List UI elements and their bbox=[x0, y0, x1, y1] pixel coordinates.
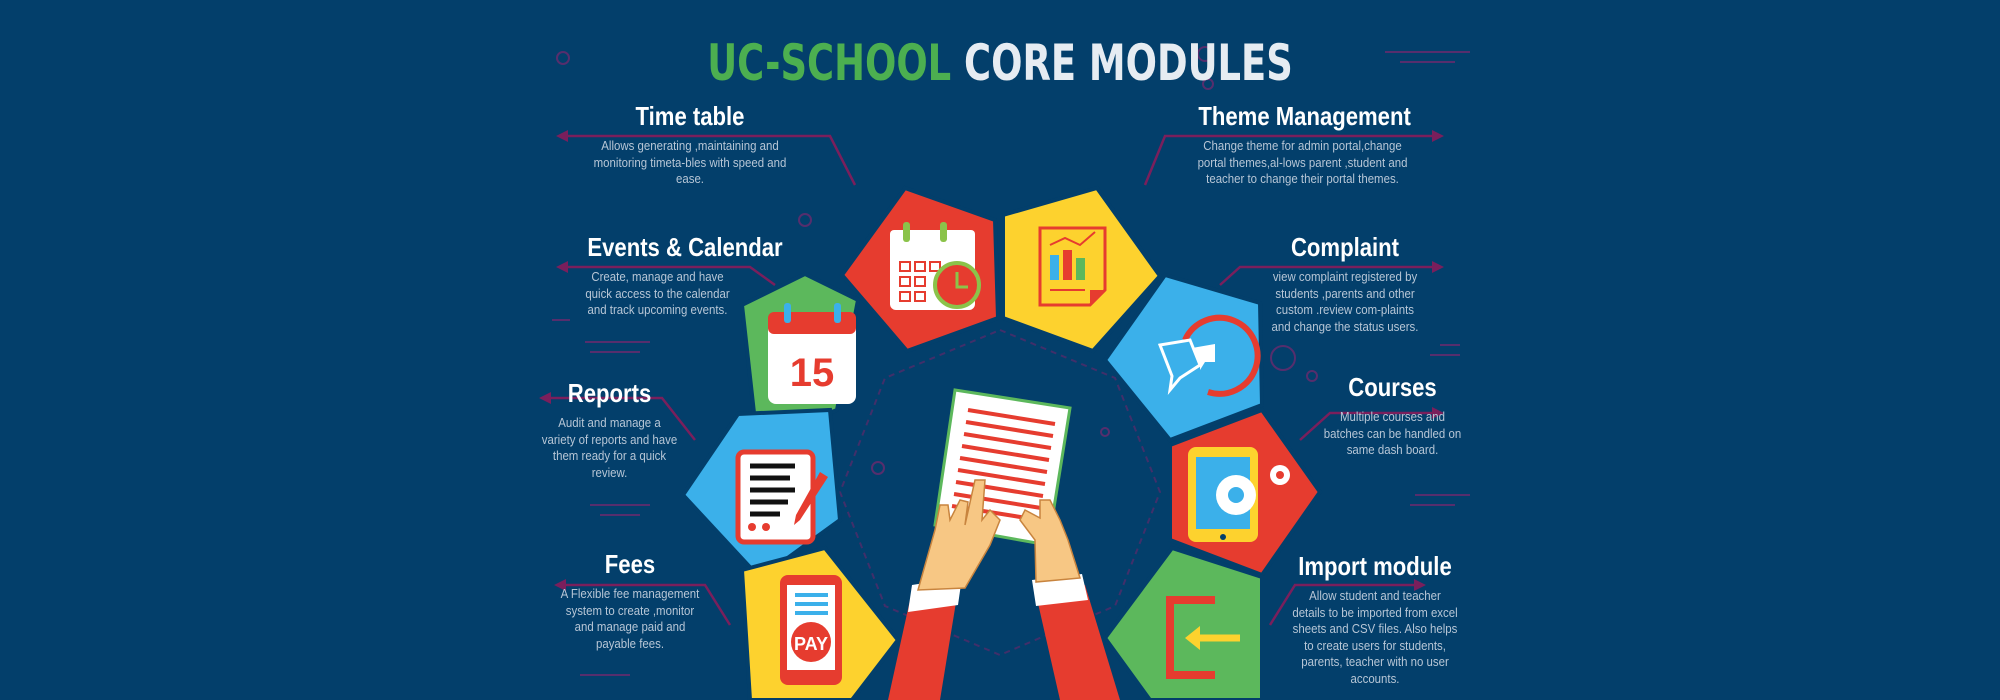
module-description: A Flexible fee management system to crea… bbox=[560, 586, 700, 651]
mobile-pay-icon bbox=[780, 575, 842, 685]
module-complaint: Complaint view complaint registered by s… bbox=[1255, 232, 1435, 335]
module-import: Import module Allow student and teacher … bbox=[1280, 551, 1470, 687]
module-description: Allows generating ,maintaining and monit… bbox=[593, 138, 787, 186]
module-title: Import module bbox=[1298, 551, 1452, 581]
module-timetable: Time table Allows generating ,maintainin… bbox=[575, 101, 805, 188]
calendar-date-text: 15 bbox=[790, 351, 835, 395]
module-reports: Reports Audit and manage a variety of re… bbox=[532, 378, 687, 481]
module-description: Create, manage and have quick access to … bbox=[585, 269, 730, 317]
page-title: UC-SCHOOL CORE MODULES bbox=[180, 34, 1820, 92]
module-title: Time table bbox=[635, 101, 745, 131]
module-theme: Theme Management Change theme for admin … bbox=[1180, 101, 1425, 188]
module-courses: Courses Multiple courses and batches can… bbox=[1310, 372, 1475, 459]
module-events: Events & Calendar Create, manage and hav… bbox=[575, 232, 783, 319]
title-accent: UC-SCHOOL bbox=[707, 34, 952, 92]
pay-label-text: PAY bbox=[794, 634, 828, 654]
module-title: Fees bbox=[604, 549, 656, 579]
calendar-clock-icon bbox=[890, 222, 981, 310]
infographic-canvas: 15 PAY UC-SCHOOL CORE MODULES Time table… bbox=[0, 0, 2000, 700]
module-description: Allow student and teacher details to be … bbox=[1292, 588, 1458, 686]
module-fees: Fees A Flexible fee management system to… bbox=[550, 549, 710, 652]
module-description: Multiple courses and batches can be hand… bbox=[1323, 409, 1462, 457]
module-description: Audit and manage a variety of reports an… bbox=[541, 415, 678, 480]
module-description: Change theme for admin portal,change por… bbox=[1197, 138, 1408, 186]
document-pen-icon bbox=[735, 449, 828, 545]
module-title: Courses bbox=[1348, 372, 1437, 402]
module-title: Theme Management bbox=[1198, 101, 1411, 131]
report-chart-icon bbox=[1038, 226, 1107, 307]
module-title: Complaint bbox=[1290, 232, 1400, 262]
diagram-graphics: 15 PAY bbox=[539, 46, 1470, 700]
module-title: Reports bbox=[567, 378, 652, 408]
title-rest: CORE MODULES bbox=[964, 34, 1293, 92]
module-description: view complaint registered by students ,p… bbox=[1271, 269, 1419, 334]
hands-paper-illustration bbox=[888, 388, 1120, 700]
module-title: Events & Calendar bbox=[587, 232, 783, 262]
